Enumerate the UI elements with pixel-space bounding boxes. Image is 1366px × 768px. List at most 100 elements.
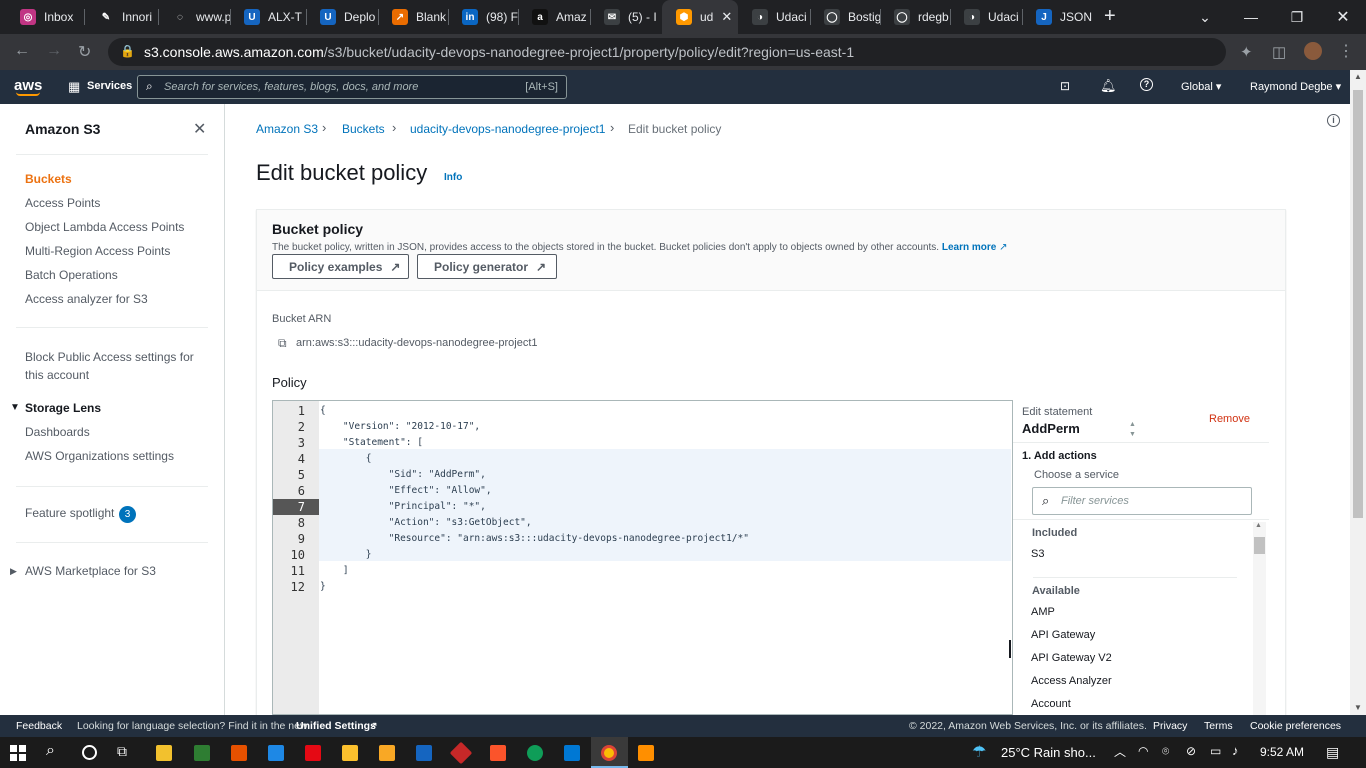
back-icon[interactable]: ← — [14, 42, 30, 60]
volume-icon[interactable]: ♪ — [1232, 743, 1239, 758]
sidebar-item-multi-region[interactable]: Multi-Region Access Points — [25, 244, 170, 258]
breadcrumb-bucket[interactable]: udacity-devops-nanodegree-project1 — [410, 122, 605, 136]
clock[interactable]: 9:52 AM — [1260, 745, 1304, 759]
extensions-icon[interactable]: ✦ — [1240, 43, 1253, 61]
browser-tab[interactable]: a Amaz — [518, 0, 590, 34]
privacy-link[interactable]: Privacy — [1153, 720, 1187, 732]
service-list-scroll-thumb[interactable] — [1254, 537, 1265, 554]
stepper-icon[interactable]: ▲ ▼ — [1129, 420, 1136, 440]
tray-chevron-icon[interactable]: ︿ — [1114, 743, 1126, 760]
account-menu[interactable]: Raymond Degbe ▾ — [1250, 80, 1341, 93]
service-item-api-gateway-v2[interactable]: API Gateway V2 — [1031, 652, 1112, 664]
store-icon[interactable] — [156, 745, 172, 761]
copy-icon[interactable]: ⧉ — [278, 336, 287, 351]
browser-tab[interactable]: U Deplo — [306, 0, 378, 34]
browser-tab[interactable]: ◑ Udaci — [738, 0, 810, 34]
browser-tab[interactable]: J JSON — [1022, 0, 1092, 34]
restore-icon[interactable]: ❐ — [1274, 0, 1320, 34]
edge-icon[interactable] — [527, 745, 543, 761]
policy-generator-button[interactable]: Policy generator ↗ — [417, 254, 557, 279]
side-panel-icon[interactable]: ◫ — [1272, 43, 1286, 61]
page-scrollbar-thumb[interactable] — [1353, 90, 1363, 518]
close-window-icon[interactable]: ✕ — [1320, 0, 1366, 34]
browser-tab[interactable]: U ALX-T — [230, 0, 306, 34]
browser-tab[interactable]: ◑ Udaci — [950, 0, 1022, 34]
mail-icon[interactable] — [268, 745, 284, 761]
sticky-notes-icon[interactable] — [342, 745, 358, 761]
scroll-down-icon[interactable]: ▼ — [1354, 703, 1362, 712]
vscode-icon[interactable] — [564, 745, 580, 761]
network-icon[interactable]: ⊘ — [1186, 744, 1196, 758]
service-item-api-gateway[interactable]: API Gateway — [1031, 629, 1095, 641]
filter-services-input[interactable]: ⌕ Filter services — [1032, 487, 1252, 515]
breadcrumb-amazon-s3[interactable]: Amazon S3 — [256, 122, 318, 136]
browser-tab[interactable]: ✉ (5) - I — [590, 0, 662, 34]
sidebar-item-batch-operations[interactable]: Batch Operations — [25, 268, 118, 282]
sidebar-item-feature-spotlight[interactable]: Feature spotlight — [25, 506, 114, 520]
minimize-icon[interactable]: — — [1228, 0, 1274, 34]
profile-avatar[interactable] — [1304, 42, 1322, 60]
browser-tab[interactable]: ◎ Inbox — [6, 0, 84, 34]
windows-start-icon[interactable] — [10, 745, 26, 761]
browser-tab[interactable]: ✎ Innori — [84, 0, 158, 34]
notification-center-icon[interactable]: ▤ — [1326, 744, 1339, 761]
money-app-icon[interactable] — [194, 745, 210, 761]
sidebar-item-dashboards[interactable]: Dashboards — [25, 425, 90, 439]
git-icon[interactable] — [449, 741, 473, 765]
chrome-icon[interactable] — [601, 745, 617, 761]
browser-tab[interactable]: in (98) Fe — [448, 0, 518, 34]
browser-tab[interactable]: ↗ Blank — [378, 0, 448, 34]
breadcrumb-buckets[interactable]: Buckets — [342, 122, 385, 136]
info-link[interactable]: Info — [444, 172, 462, 183]
unified-settings-link[interactable]: Unified Settings — [296, 720, 376, 732]
scroll-up-icon[interactable]: ▲ — [1354, 72, 1362, 81]
browser-tab[interactable]: ◯ Bostig — [810, 0, 880, 34]
vlc-icon[interactable] — [638, 745, 654, 761]
services-grid-icon[interactable]: ▦ — [68, 79, 80, 95]
feedback-link[interactable]: Feedback — [16, 720, 62, 732]
camera-icon[interactable]: ⌾ — [1162, 744, 1169, 759]
browser-tab[interactable]: ◌ www.p — [158, 0, 230, 34]
reload-icon[interactable]: ↻ — [78, 42, 91, 62]
service-item-account[interactable]: Account — [1031, 698, 1071, 710]
search-input[interactable]: ⌕ Search for services, features, blogs, … — [137, 75, 567, 99]
brave-icon[interactable] — [490, 745, 506, 761]
netflix-icon[interactable] — [305, 745, 321, 761]
close-tab-icon[interactable]: ✕ — [721, 9, 732, 25]
sidebar-item-marketplace[interactable]: AWS Marketplace for S3 — [25, 564, 156, 578]
region-selector[interactable]: Global ▾ — [1181, 80, 1221, 93]
services-menu[interactable]: Services — [87, 80, 132, 92]
service-item-amp[interactable]: AMP — [1031, 606, 1055, 618]
caret-right-icon[interactable]: ▶ — [10, 566, 17, 577]
panel-resize-handle[interactable] — [1009, 640, 1011, 658]
search-icon[interactable]: ⌕ — [46, 742, 55, 760]
sidebar-item-block-public[interactable]: Block Public Access settings for this ac… — [25, 348, 195, 384]
menu-icon[interactable]: ⋮ — [1338, 41, 1354, 61]
cloudshell-icon[interactable]: ⊡ — [1060, 79, 1070, 93]
sidebar-item-access-analyzer[interactable]: Access analyzer for S3 — [25, 292, 148, 306]
tab-search-icon[interactable]: ⌄ — [1182, 0, 1228, 34]
weather-text[interactable]: 25°C Rain sho... — [1001, 745, 1096, 760]
caret-down-icon[interactable]: ▼ — [10, 402, 20, 413]
remove-statement-link[interactable]: Remove — [1209, 413, 1250, 425]
task-view-icon[interactable]: ⧉ — [117, 743, 127, 760]
browser-tab[interactable]: ◯ rdegb — [880, 0, 950, 34]
notifications-icon[interactable]: 🔔︎ — [1100, 78, 1117, 94]
file-explorer-icon[interactable] — [379, 745, 395, 761]
sidebar-item-buckets[interactable]: Buckets — [25, 172, 72, 186]
service-item-s3[interactable]: S3 — [1031, 548, 1044, 560]
sidebar-section-storage-lens[interactable]: Storage Lens — [25, 401, 101, 415]
cookie-preferences-link[interactable]: Cookie preferences — [1250, 720, 1341, 732]
new-tab-button[interactable]: + — [1104, 5, 1116, 28]
powershell-icon[interactable] — [416, 745, 432, 761]
url-field[interactable]: 🔒 s3.console.aws.amazon.com/s3/bucket/ud… — [108, 38, 1226, 66]
scroll-up-icon[interactable]: ▲ — [1255, 522, 1262, 529]
wifi-icon[interactable]: ◠ — [1138, 744, 1148, 758]
learn-more-link[interactable]: Learn more — [942, 242, 996, 253]
sidebar-item-access-points[interactable]: Access Points — [25, 196, 100, 210]
terms-link[interactable]: Terms — [1204, 720, 1233, 732]
close-sidebar-icon[interactable]: ✕ — [193, 119, 206, 139]
forward-icon[interactable]: → — [46, 42, 62, 60]
browser-tab[interactable]: ⬢ ud ✕ — [662, 0, 738, 34]
service-item-access-analyzer[interactable]: Access Analyzer — [1031, 675, 1112, 687]
